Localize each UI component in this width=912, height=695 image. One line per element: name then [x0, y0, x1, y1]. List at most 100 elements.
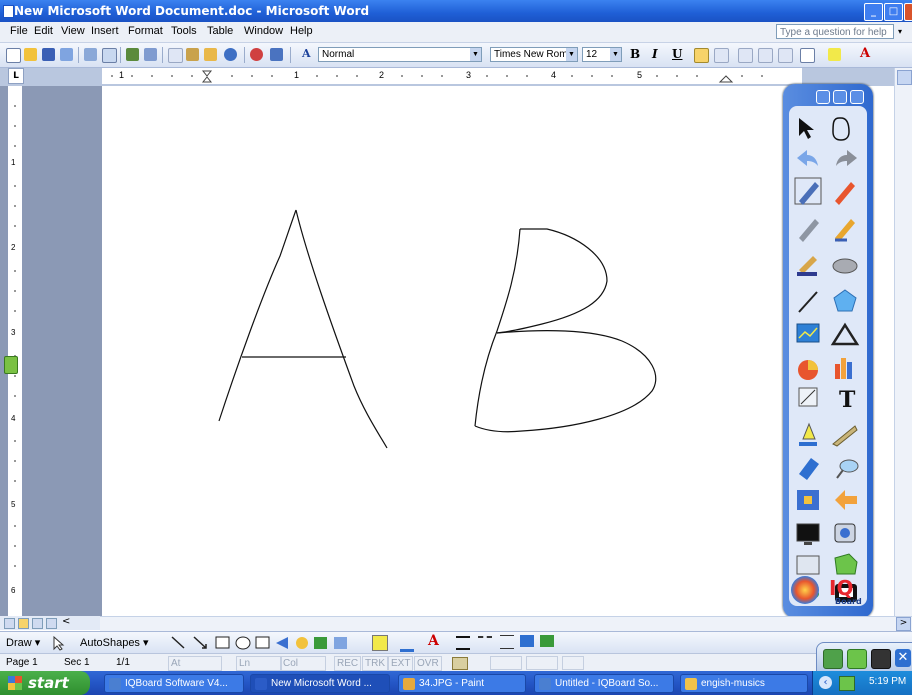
- status-ovr[interactable]: OVR: [414, 656, 442, 671]
- draw-menu-button[interactable]: Draw ▾: [6, 636, 40, 649]
- align-left-icon[interactable]: [694, 48, 709, 63]
- undo-icon[interactable]: [224, 48, 237, 61]
- tables-borders-icon[interactable]: [270, 48, 283, 61]
- task-folder[interactable]: engish-musics: [680, 674, 808, 693]
- status-page: Page 1: [6, 657, 38, 668]
- new-document-icon[interactable]: [6, 48, 21, 63]
- font-size-dropdown-icon[interactable]: ▼: [610, 48, 621, 61]
- trash-icon[interactable]: [847, 649, 867, 669]
- styles-icon[interactable]: A: [302, 47, 311, 60]
- print-layout-icon[interactable]: [32, 618, 43, 629]
- print-preview-icon[interactable]: [102, 48, 117, 63]
- autoshapes-menu-button[interactable]: AutoShapes ▾: [80, 636, 149, 649]
- panel-close-icon[interactable]: [850, 90, 864, 104]
- iq-close-icon[interactable]: ✕: [895, 649, 911, 667]
- web-layout-icon[interactable]: [18, 618, 29, 629]
- spelling-status-icon[interactable]: [452, 657, 468, 670]
- highlight-icon[interactable]: [828, 48, 841, 61]
- status-box: [490, 656, 522, 670]
- cut-icon[interactable]: [168, 48, 183, 63]
- hyperlink-icon[interactable]: [250, 48, 263, 61]
- style-value: Normal: [322, 49, 355, 60]
- menu-help[interactable]: Help: [290, 25, 313, 37]
- dash-style-icon[interactable]: [478, 636, 492, 648]
- status-ext[interactable]: EXT: [388, 656, 414, 671]
- borders-icon[interactable]: [800, 48, 815, 63]
- italic-button[interactable]: I: [652, 47, 658, 61]
- select-objects-icon[interactable]: [50, 635, 72, 651]
- scroll-left-icon[interactable]: <: [62, 616, 70, 627]
- menu-file[interactable]: File: [10, 25, 28, 37]
- task-iqboard-untitled[interactable]: Untitled - IQBoard So...: [534, 674, 674, 693]
- menu-tools[interactable]: Tools: [171, 25, 197, 37]
- normal-view-icon[interactable]: [4, 618, 15, 629]
- status-trk[interactable]: TRK: [362, 656, 388, 671]
- desktop-icon[interactable]: [823, 649, 843, 669]
- print-icon[interactable]: [84, 48, 97, 61]
- horizontal-scrollbar[interactable]: >: [100, 616, 912, 631]
- menu-insert[interactable]: Insert: [91, 25, 119, 37]
- task-iqboard[interactable]: IQBoard Software V4...: [104, 674, 244, 693]
- camera-icon[interactable]: [871, 649, 891, 669]
- tray-expand-icon[interactable]: ‹: [819, 676, 832, 689]
- close-button[interactable]: [904, 3, 912, 21]
- bold-button[interactable]: B: [630, 47, 640, 61]
- indent-icon[interactable]: [778, 48, 793, 63]
- start-button[interactable]: start: [0, 671, 90, 695]
- vertical-ruler[interactable]: 1 2 3 4 5 6: [8, 86, 22, 616]
- style-dropdown-icon[interactable]: ▼: [470, 48, 481, 61]
- style-combo[interactable]: Normal ▼: [318, 47, 482, 62]
- menu-table[interactable]: Table: [207, 25, 233, 37]
- research-icon[interactable]: [144, 48, 157, 61]
- panel-minimize-icon[interactable]: [816, 90, 830, 104]
- title-bar: New Microsoft Word Document.doc - Micros…: [0, 0, 912, 22]
- scroll-up-icon[interactable]: [897, 70, 912, 85]
- paste-icon[interactable]: [186, 48, 199, 61]
- vertical-scrollbar[interactable]: [894, 68, 912, 616]
- reading-layout-icon[interactable]: [46, 618, 57, 629]
- bullets-icon[interactable]: [758, 48, 773, 63]
- panel-restore-icon[interactable]: [833, 90, 847, 104]
- iqboard-task-icon: [109, 678, 121, 690]
- horizontal-ruler[interactable]: 1 1 2 3 4 5: [102, 68, 802, 84]
- shadow-style-icon[interactable]: [520, 635, 534, 647]
- font-color-icon[interactable]: A: [860, 46, 870, 61]
- task-paint[interactable]: 34.JPG - Paint: [398, 674, 526, 693]
- arrow-style-icon[interactable]: [500, 635, 514, 649]
- help-dropdown-icon[interactable]: ▾: [898, 27, 902, 36]
- font-combo[interactable]: Times New Roman ▼: [490, 47, 578, 62]
- 3d-style-icon[interactable]: [540, 635, 554, 647]
- task-word[interactable]: New Microsoft Word ...: [250, 674, 390, 693]
- menu-view[interactable]: View: [61, 25, 85, 37]
- maximize-button[interactable]: □: [884, 3, 903, 21]
- iqboard-start-orb-icon[interactable]: [791, 576, 819, 604]
- spelling-icon[interactable]: [126, 48, 139, 61]
- ink-canvas[interactable]: [102, 86, 802, 616]
- font-dropdown-icon[interactable]: ▼: [566, 48, 577, 61]
- menu-window[interactable]: Window: [244, 25, 283, 37]
- permission-icon[interactable]: [60, 48, 73, 61]
- scroll-right-icon[interactable]: >: [896, 617, 911, 631]
- menu-edit[interactable]: Edit: [34, 25, 53, 37]
- line-color-icon[interactable]: [400, 635, 414, 652]
- menu-format[interactable]: Format: [128, 25, 163, 37]
- tab-selector-button[interactable]: L: [8, 68, 24, 84]
- underline-button[interactable]: U: [672, 47, 682, 61]
- save-icon[interactable]: [42, 48, 55, 61]
- font-color-draw-icon[interactable]: A: [428, 633, 439, 649]
- open-folder-icon[interactable]: [24, 48, 37, 61]
- iqboard-toolbar-panel[interactable]: T IQ Board: [783, 84, 873, 618]
- fill-color-icon[interactable]: [372, 635, 388, 651]
- numbering-icon[interactable]: [738, 48, 753, 63]
- side-pull-tab-icon[interactable]: [4, 356, 18, 374]
- tray-app-icon[interactable]: [839, 676, 855, 691]
- vruler-number: 1: [11, 158, 16, 167]
- format-painter-icon[interactable]: [204, 48, 217, 61]
- line-style-icon[interactable]: [456, 636, 470, 650]
- help-search-input[interactable]: Type a question for help: [776, 24, 894, 39]
- document-page[interactable]: [102, 86, 802, 616]
- minimize-button[interactable]: _: [864, 3, 883, 21]
- align-center-icon[interactable]: [714, 48, 729, 63]
- font-size-combo[interactable]: 12 ▼: [582, 47, 622, 62]
- status-rec[interactable]: REC: [334, 656, 362, 671]
